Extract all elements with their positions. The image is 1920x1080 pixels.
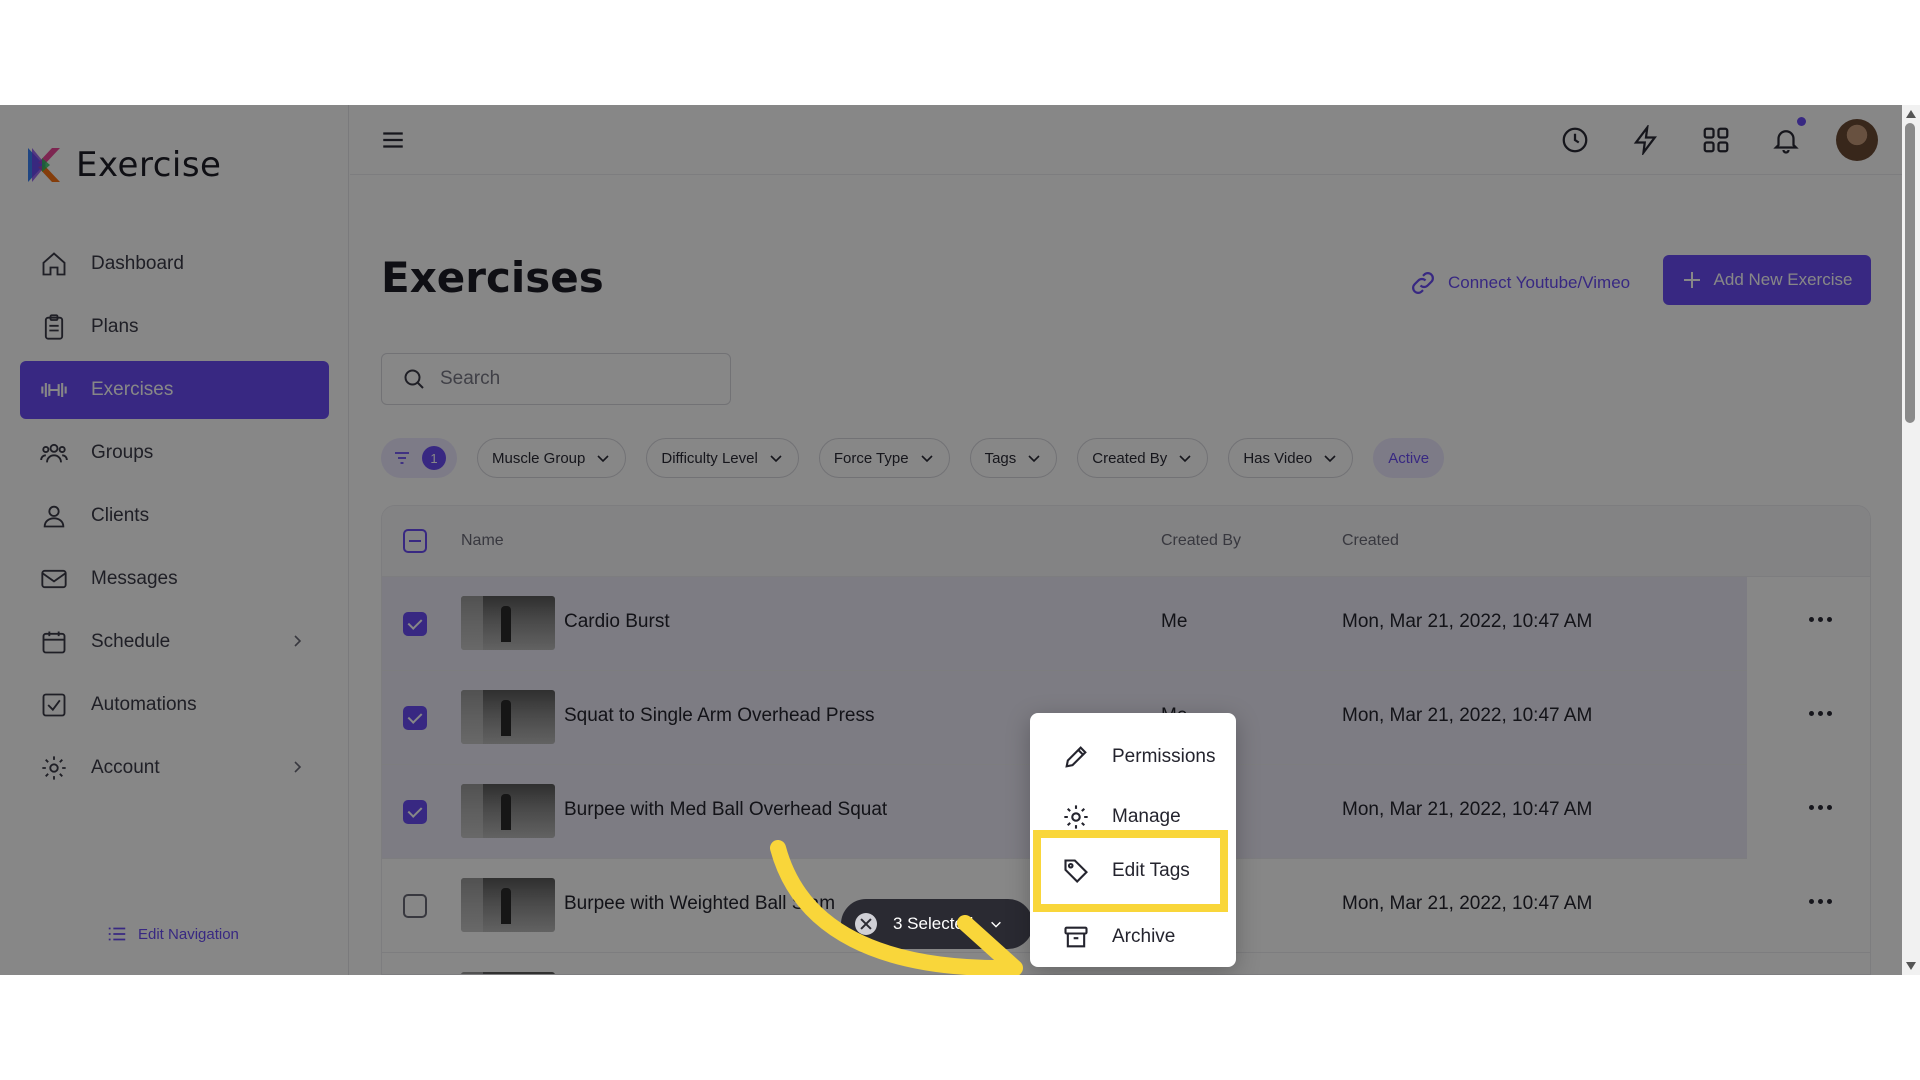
edit-tags-row: Edit Tags <box>1041 838 1220 904</box>
app-window: Exercise Dashboard Plans Exercises Group… <box>0 105 1920 975</box>
menu-item-label: Permissions <box>1112 746 1216 767</box>
tag-icon <box>1064 859 1088 883</box>
menu-item-label: Edit Tags <box>1112 860 1190 881</box>
gear-icon <box>1064 805 1088 829</box>
scroll-down-arrow-icon[interactable] <box>1906 962 1916 970</box>
menu-item-permissions[interactable]: Permissions <box>1030 727 1236 787</box>
menu-item-label: Archive <box>1112 926 1176 947</box>
tutorial-arrow-icon <box>770 840 1023 975</box>
archive-icon <box>1064 926 1088 948</box>
pencil-icon <box>1065 746 1087 768</box>
menu-item-label: Manage <box>1112 806 1181 827</box>
menu-item-edit-tags[interactable]: Edit Tags <box>1033 830 1228 912</box>
scrollbar-thumb[interactable] <box>1905 123 1915 423</box>
scroll-up-arrow-icon[interactable] <box>1906 110 1916 118</box>
menu-item-archive[interactable]: Archive <box>1030 907 1236 967</box>
